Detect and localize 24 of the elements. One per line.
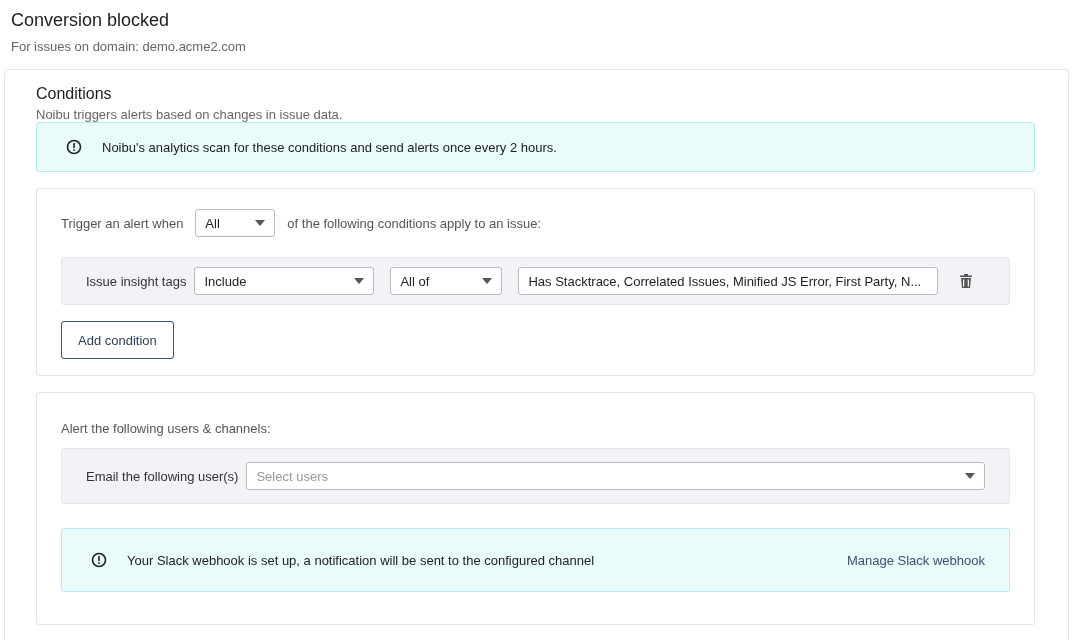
caret-icon xyxy=(354,278,365,284)
trigger-label: Trigger an alert when xyxy=(61,215,184,231)
section-heading: Conditions xyxy=(36,84,113,104)
info-text: Noibu's analytics scan for these conditions and send alerts once every 2 hours. xyxy=(102,139,557,155)
tags-dropdown[interactable]: Has Stacktrace, Correlated Issues, Minified JS Error, First Party, N... xyxy=(518,267,939,295)
caret-icon xyxy=(255,220,266,226)
operator-dropdown[interactable]: Include xyxy=(194,267,375,295)
trigger-label: of the following conditions apply to an issue: xyxy=(287,215,542,231)
condition-label: Issue insight tags xyxy=(86,273,187,289)
match-dropdown[interactable]: All xyxy=(195,209,276,237)
page-title: Conversion blocked xyxy=(10,9,171,31)
alert-icon xyxy=(91,552,107,568)
caret-icon xyxy=(482,278,493,284)
add-condition-button[interactable]: Add condition xyxy=(61,321,174,359)
caret-icon xyxy=(965,473,975,479)
email-label: Email the following user(s) xyxy=(86,468,239,484)
section-description: Noibu triggers alerts based on changes in issue data. xyxy=(36,108,344,122)
delete-icon[interactable] xyxy=(960,274,973,288)
alert-icon xyxy=(66,139,82,155)
quantifier-dropdown[interactable]: All of xyxy=(390,267,503,295)
domain-subtitle: For issues on domain: demo.acme2.com xyxy=(10,38,247,55)
slack-text: Your Slack webhook is set up, a notification will be sent to the configured channel xyxy=(127,552,596,568)
alerts-heading: Alert the following users & channels: xyxy=(61,421,272,436)
manage-slack-link[interactable]: Manage Slack webhook xyxy=(846,552,985,568)
